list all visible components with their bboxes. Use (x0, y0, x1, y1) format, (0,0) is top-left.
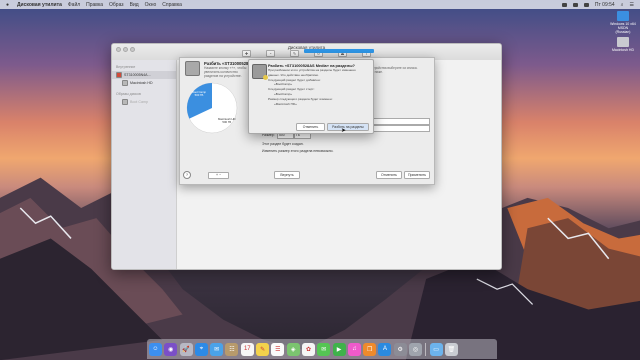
disk-warning-icon (252, 64, 268, 80)
dock: ☺ ◉ 🚀 ⌖ ✉ ☷ 17 ✎ ☰ ◈ ✿ ✉ ▶ ♫ ❐ A ⚙ ◎ ▭ 🗑 (147, 339, 497, 359)
volume-icon[interactable] (572, 2, 578, 7)
spotlight-icon[interactable]: ⌕ (621, 2, 624, 8)
pie-label-macintosh-hd: Macintosh HD 500 ГБ (218, 117, 236, 125)
wifi-icon[interactable] (561, 2, 567, 7)
keyboard-layout-icon[interactable] (583, 2, 589, 7)
dock-photos-icon[interactable]: ✿ (301, 342, 315, 356)
sidebar-item-label: ST310005N4A... (124, 73, 151, 77)
sidebar-header-internal: Внутренние (116, 65, 136, 69)
dock-calendar-icon[interactable]: 17 (240, 342, 254, 356)
revert-button[interactable]: Вернуть (274, 171, 300, 179)
dialog-line: Следующий раздел будет стерт: (268, 87, 315, 92)
disk-icon (116, 72, 122, 78)
partition-note-resize: Изменить размер этого раздела невозможно… (262, 149, 334, 153)
partition-note-created: Этот раздел будет создан. (262, 142, 304, 146)
notification-center-icon[interactable]: ☰ (630, 2, 634, 8)
desktop-icon-label: Windows 10 x64 MSDN (Russian) (610, 22, 636, 34)
volume-icon (122, 80, 128, 86)
sidebar-item-label: Macintosh HD (130, 81, 153, 85)
dock-ibooks-icon[interactable]: ❐ (363, 342, 377, 356)
sidebar-item-macintosh-hd[interactable]: Macintosh HD (112, 79, 176, 87)
dock-notes-icon[interactable]: ✎ (256, 342, 270, 356)
dock-messages-icon[interactable]: ✉ (317, 342, 331, 356)
dialog-partition-button[interactable]: Разбить на разделы (327, 123, 369, 131)
hard-drive-icon (617, 37, 629, 47)
dock-trash-icon[interactable]: 🗑 (444, 342, 458, 356)
pie-label-value: 500 ГБ (222, 120, 232, 125)
folder-icon (617, 11, 629, 21)
mouse-cursor-icon: ➤ (341, 128, 347, 134)
hard-drive-icon (185, 61, 200, 76)
dock-system-preferences-icon[interactable]: ⚙ (393, 342, 407, 356)
dock-reminders-icon[interactable]: ☰ (271, 342, 285, 356)
dock-launchpad-icon[interactable]: 🚀 (179, 342, 193, 356)
dock-maps-icon[interactable]: ◈ (286, 342, 300, 356)
help-button[interactable]: ? (183, 171, 191, 179)
sidebar-item-physical-disk[interactable]: ST310005N4A... (112, 71, 176, 79)
sidebar-item-bootcamp[interactable]: Boot Camp (112, 98, 176, 106)
sidebar: Внутренние ST310005N4A... Macintosh HD О… (112, 60, 177, 269)
dialog-message: При разбиении этого устройства на раздел… (268, 68, 369, 106)
menu-extras: Пт 09:54 ⌕ ☰ (561, 2, 634, 8)
dialog-line: Следующий раздел будет добавлен: (268, 77, 321, 82)
erase-icon: ✎ (290, 50, 299, 57)
apply-button[interactable]: Применить (404, 171, 430, 179)
pie-label-bootcamp: Boot Camp 500 ГБ (192, 90, 206, 98)
dock-siri-icon[interactable]: ◉ (164, 342, 178, 356)
dock-disk-utility-icon[interactable]: ◎ (409, 342, 423, 356)
confirm-partition-dialog: Разбить «ST31000528AS Media» на разделы?… (248, 59, 374, 134)
dialog-line: Размер следующего раздела будет изменен: (268, 96, 333, 101)
dock-finder-icon[interactable]: ☺ (149, 342, 162, 356)
dock-itunes-icon[interactable]: ♫ (347, 342, 361, 356)
dialog-line: При разбиении этого устройства на раздел… (268, 68, 356, 72)
menu-edit[interactable]: Правка (86, 2, 103, 8)
dock-app-store-icon[interactable]: A (378, 342, 392, 356)
dock-contacts-icon[interactable]: ☷ (225, 342, 239, 356)
dock-separator (425, 342, 427, 356)
pie-label-value: 500 ГБ (194, 93, 204, 98)
dock-facetime-icon[interactable]: ▶ (332, 342, 346, 356)
desktop-icon-label: Macintosh HD (612, 48, 634, 52)
usage-bar (304, 49, 374, 53)
desktop-icon-windows-installer[interactable]: Windows 10 x64 MSDN (Russian) (610, 11, 636, 34)
desktop-icon-macintosh-hd[interactable]: Macintosh HD (610, 37, 636, 52)
apple-menu-icon[interactable]: ● (4, 2, 11, 8)
dialog-line: «BootCamp» (274, 82, 293, 87)
dialog-line: данных. Это действие необратимо. (268, 72, 319, 77)
sidebar-item-label: Boot Camp (130, 100, 148, 104)
menu-window[interactable]: Окно (145, 2, 157, 8)
menu-clock[interactable]: Пт 09:54 (595, 2, 615, 8)
dock-folder-icon[interactable]: ▭ (429, 342, 443, 356)
volume-icon (122, 99, 128, 105)
sidebar-header-images: Образы дисков (116, 92, 141, 96)
menu-view[interactable]: Вид (130, 2, 139, 8)
dialog-cancel-button[interactable]: Отменить (296, 123, 325, 131)
menu-bar: ● Дисковая утилита Файл Правка Образ Вид… (0, 0, 640, 9)
menu-app-name[interactable]: Дисковая утилита (17, 2, 62, 8)
dock-mail-icon[interactable]: ✉ (210, 342, 224, 356)
dock-safari-icon[interactable]: ⌖ (194, 342, 208, 356)
add-remove-partition-stepper[interactable]: + − (208, 172, 229, 179)
partition-icon: ◔ (266, 50, 275, 57)
menu-image[interactable]: Образ (109, 2, 124, 8)
sheet-cancel-button[interactable]: Отменить (376, 171, 402, 179)
dialog-line: «Macintosh HD» (274, 101, 297, 106)
menu-help[interactable]: Справка (162, 2, 182, 8)
sheet-description: Нажмите кнопку «+», чтобы увеличить коли… (204, 66, 247, 78)
menu-file[interactable]: Файл (68, 2, 80, 8)
first-aid-icon: ✚ (242, 50, 251, 57)
dialog-line: «BootCamp» (274, 91, 293, 96)
